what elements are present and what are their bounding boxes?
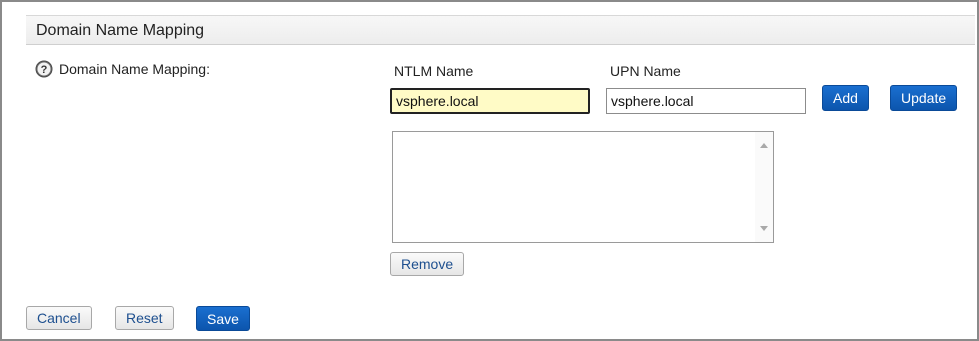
- svg-text:?: ?: [41, 64, 48, 76]
- section-header: Domain Name Mapping: [26, 15, 975, 45]
- ntlm-name-input[interactable]: [390, 88, 590, 114]
- cancel-button[interactable]: Cancel: [26, 306, 92, 330]
- add-button[interactable]: Add: [822, 85, 869, 111]
- mapping-list[interactable]: [392, 131, 774, 243]
- update-button[interactable]: Update: [890, 85, 958, 111]
- dialog-frame: Domain Name Mapping ? Domain Name Mappin…: [0, 0, 979, 341]
- chevron-down-icon[interactable]: [755, 220, 773, 238]
- field-label: Domain Name Mapping:: [59, 61, 210, 77]
- remove-button[interactable]: Remove: [390, 252, 465, 276]
- list-scrollbar[interactable]: [755, 132, 773, 242]
- ntlm-column-header: NTLM Name: [394, 63, 474, 79]
- reset-button[interactable]: Reset: [115, 306, 174, 330]
- help-icon[interactable]: ?: [35, 60, 53, 78]
- section-title: Domain Name Mapping: [36, 22, 205, 39]
- upn-column-header: UPN Name: [610, 63, 681, 79]
- chevron-up-icon[interactable]: [755, 136, 773, 154]
- save-button[interactable]: Save: [196, 306, 250, 331]
- upn-name-input[interactable]: [606, 88, 806, 114]
